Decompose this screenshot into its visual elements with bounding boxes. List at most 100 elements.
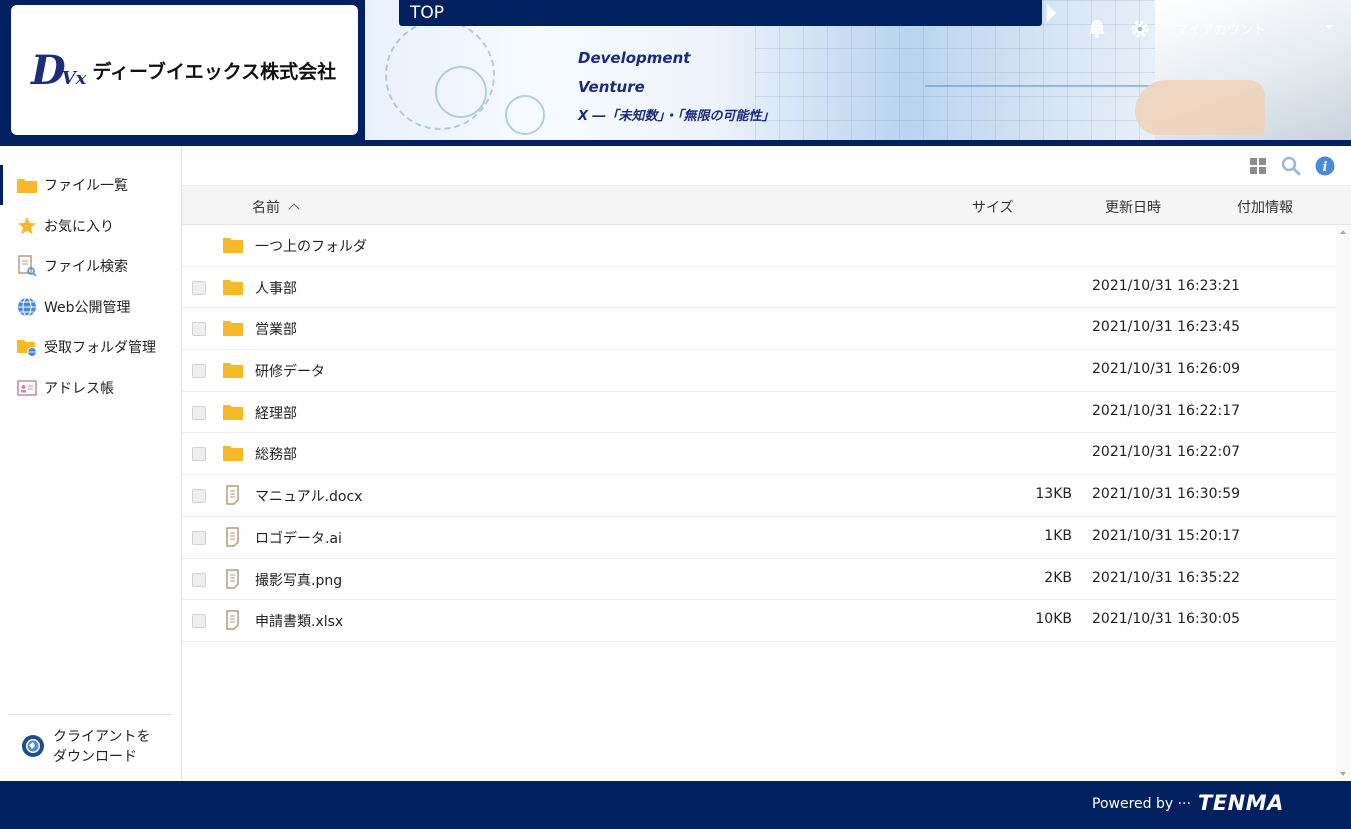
banner-doctor-hand xyxy=(1135,80,1265,135)
globe-icon xyxy=(16,296,38,318)
row-checkbox[interactable] xyxy=(192,489,206,504)
document-icon xyxy=(226,527,239,547)
item-modified: 2021/10/31 16:30:05 xyxy=(1092,611,1241,628)
client-globe-icon xyxy=(22,735,44,757)
folder-row[interactable]: 総務部 2021/10/31 16:22:07 xyxy=(182,433,1336,476)
banner-ring-small xyxy=(505,95,545,135)
company-name: ディーブイエックス株式会社 xyxy=(92,60,337,83)
gear-icon[interactable] xyxy=(1130,19,1150,39)
row-checkbox[interactable] xyxy=(192,614,206,629)
folder-row[interactable]: 研修データ 2021/10/31 16:26:09 xyxy=(182,350,1336,392)
row-checkbox[interactable] xyxy=(192,280,206,295)
sidebar-item-file-search[interactable]: ファイル検索 xyxy=(0,246,181,287)
item-modified: 2021/10/31 16:26:09 xyxy=(1092,361,1241,378)
chevron-down-icon[interactable] xyxy=(1325,25,1333,30)
scrollbar[interactable] xyxy=(1336,225,1351,781)
sidebar-item-label: ファイル検索 xyxy=(44,259,128,276)
download-line1: クライアントを xyxy=(53,729,151,745)
document-icon xyxy=(226,485,239,505)
item-name[interactable]: 経理部 xyxy=(255,403,297,423)
folder-icon xyxy=(223,404,243,420)
folder-icon xyxy=(16,174,38,196)
sidebar-item-favorites[interactable]: お気に入り xyxy=(0,206,181,247)
item-name[interactable]: ロゴデータ.ai xyxy=(255,528,342,548)
svg-text:i: i xyxy=(1323,160,1328,175)
tagline-line3: X ―「未知数」・「無限の可能性」 xyxy=(578,109,775,124)
scroll-up-icon[interactable] xyxy=(1340,230,1346,234)
item-name[interactable]: 撮影写真.png xyxy=(255,570,342,590)
item-size: 1KB xyxy=(1044,527,1072,544)
item-name[interactable]: 人事部 xyxy=(255,278,297,298)
item-name[interactable]: 申請書類.xlsx xyxy=(255,611,343,631)
breadcrumb-arrow-icon[interactable] xyxy=(1047,4,1056,22)
star-icon xyxy=(16,215,38,237)
folder-row[interactable]: 営業部 2021/10/31 16:23:45 xyxy=(182,308,1336,351)
grid-view-icon[interactable] xyxy=(1248,156,1268,176)
download-client-link[interactable]: クライアントを ダウンロード xyxy=(9,714,171,767)
logo-mark: DVx xyxy=(31,46,87,94)
app-header: DVx ディーブイエックス株式会社 Development Venture X … xyxy=(0,0,1351,146)
item-modified: 2021/10/31 16:30:59 xyxy=(1092,486,1241,503)
folder-row[interactable]: 人事部 2021/10/31 16:23:21 xyxy=(182,267,1336,309)
column-size-header[interactable]: サイズ xyxy=(972,197,1014,217)
item-size: 10KB xyxy=(1035,611,1072,628)
powered-by-label: Powered by ··· xyxy=(1092,796,1191,812)
top-breadcrumb[interactable]: TOP xyxy=(399,0,1042,26)
item-modified: 2021/10/31 16:22:07 xyxy=(1092,444,1241,461)
item-modified: 2021/10/31 16:23:45 xyxy=(1092,319,1241,336)
sidebar-item-label: Web公開管理 xyxy=(44,299,131,316)
row-checkbox[interactable] xyxy=(192,447,206,462)
search-icon[interactable] xyxy=(1281,156,1301,176)
column-name-label: 名前 xyxy=(252,200,280,216)
row-checkbox[interactable] xyxy=(192,405,206,420)
sidebar-item-file-list[interactable]: ファイル一覧 xyxy=(0,165,181,206)
item-name[interactable]: 総務部 xyxy=(255,444,297,464)
banner-ring xyxy=(385,20,495,130)
file-list: 一つ上のフォルダ 人事部 2021/10/31 16:23:21 営業部 2021/1… xyxy=(182,225,1336,642)
folder-icon xyxy=(223,321,243,337)
banner-tagline: Development Venture X ―「未知数」・「無限の可能性」 xyxy=(578,44,775,131)
file-row[interactable]: マニュアル.docx 13KB 2021/10/31 16:30:59 xyxy=(182,475,1336,517)
row-checkbox[interactable] xyxy=(192,530,206,545)
file-row[interactable]: 撮影写真.png 2KB 2021/10/31 16:35:22 xyxy=(182,559,1336,601)
item-name[interactable]: 営業部 xyxy=(255,319,297,339)
account-menu[interactable]: マイアカウント xyxy=(1175,19,1266,38)
app-footer: Powered by ··· TENMA xyxy=(0,781,1351,829)
row-checkbox[interactable] xyxy=(192,364,206,379)
company-logo[interactable]: DVx ディーブイエックス株式会社 xyxy=(11,5,358,135)
bell-icon[interactable] xyxy=(1088,18,1106,38)
item-name[interactable]: マニュアル.docx xyxy=(255,486,362,506)
document-icon xyxy=(226,610,239,630)
sidebar-item-label: ファイル一覧 xyxy=(44,178,128,195)
table-header: 名前 サイズ 更新日時 付加情報 xyxy=(182,186,1351,225)
parent-folder-row[interactable]: 一つ上のフォルダ xyxy=(182,225,1336,267)
sidebar-item-label: お気に入り xyxy=(44,218,114,235)
sidebar-item-address-book[interactable]: アドレス帳 xyxy=(0,368,181,409)
parent-folder-label[interactable]: 一つ上のフォルダ xyxy=(255,236,367,256)
sidebar: ファイル一覧 お気に入り ファイル検索 Web公開管理 受取フォルダ管理 アドレ… xyxy=(0,146,182,781)
item-name[interactable]: 研修データ xyxy=(255,361,325,381)
address-card-icon xyxy=(16,377,38,399)
folder-row[interactable]: 経理部 2021/10/31 16:22:17 xyxy=(182,392,1336,434)
column-modified-header[interactable]: 更新日時 xyxy=(1105,197,1161,217)
sidebar-item-label: アドレス帳 xyxy=(44,380,114,397)
row-checkbox[interactable] xyxy=(192,322,206,337)
folder-icon xyxy=(223,446,243,462)
item-modified: 2021/10/31 16:22:17 xyxy=(1092,402,1241,419)
column-name-header[interactable]: 名前 xyxy=(252,197,300,217)
file-toolbar: i xyxy=(182,146,1351,186)
folder-icon xyxy=(223,238,243,253)
sidebar-item-web-publish[interactable]: Web公開管理 xyxy=(0,287,181,328)
file-row[interactable]: ロゴデータ.ai 1KB 2021/10/31 15:20:17 xyxy=(182,517,1336,559)
tagline-line1: Development xyxy=(578,49,691,67)
item-modified: 2021/10/31 16:23:21 xyxy=(1092,277,1241,294)
sidebar-item-receive-folder[interactable]: 受取フォルダ管理 xyxy=(0,327,181,368)
column-info-header[interactable]: 付加情報 xyxy=(1237,197,1293,217)
row-checkbox[interactable] xyxy=(192,572,206,587)
download-client-label: クライアントを ダウンロード xyxy=(53,727,150,767)
folder-globe-icon xyxy=(16,336,38,358)
file-row[interactable]: 申請書類.xlsx 10KB 2021/10/31 16:30:05 xyxy=(182,600,1336,642)
info-icon[interactable]: i xyxy=(1315,156,1335,176)
scroll-down-icon[interactable] xyxy=(1340,772,1346,776)
file-browser: i 名前 サイズ 更新日時 付加情報 一つ上のフォルダ 人事部 2021/10/3… xyxy=(182,146,1351,781)
